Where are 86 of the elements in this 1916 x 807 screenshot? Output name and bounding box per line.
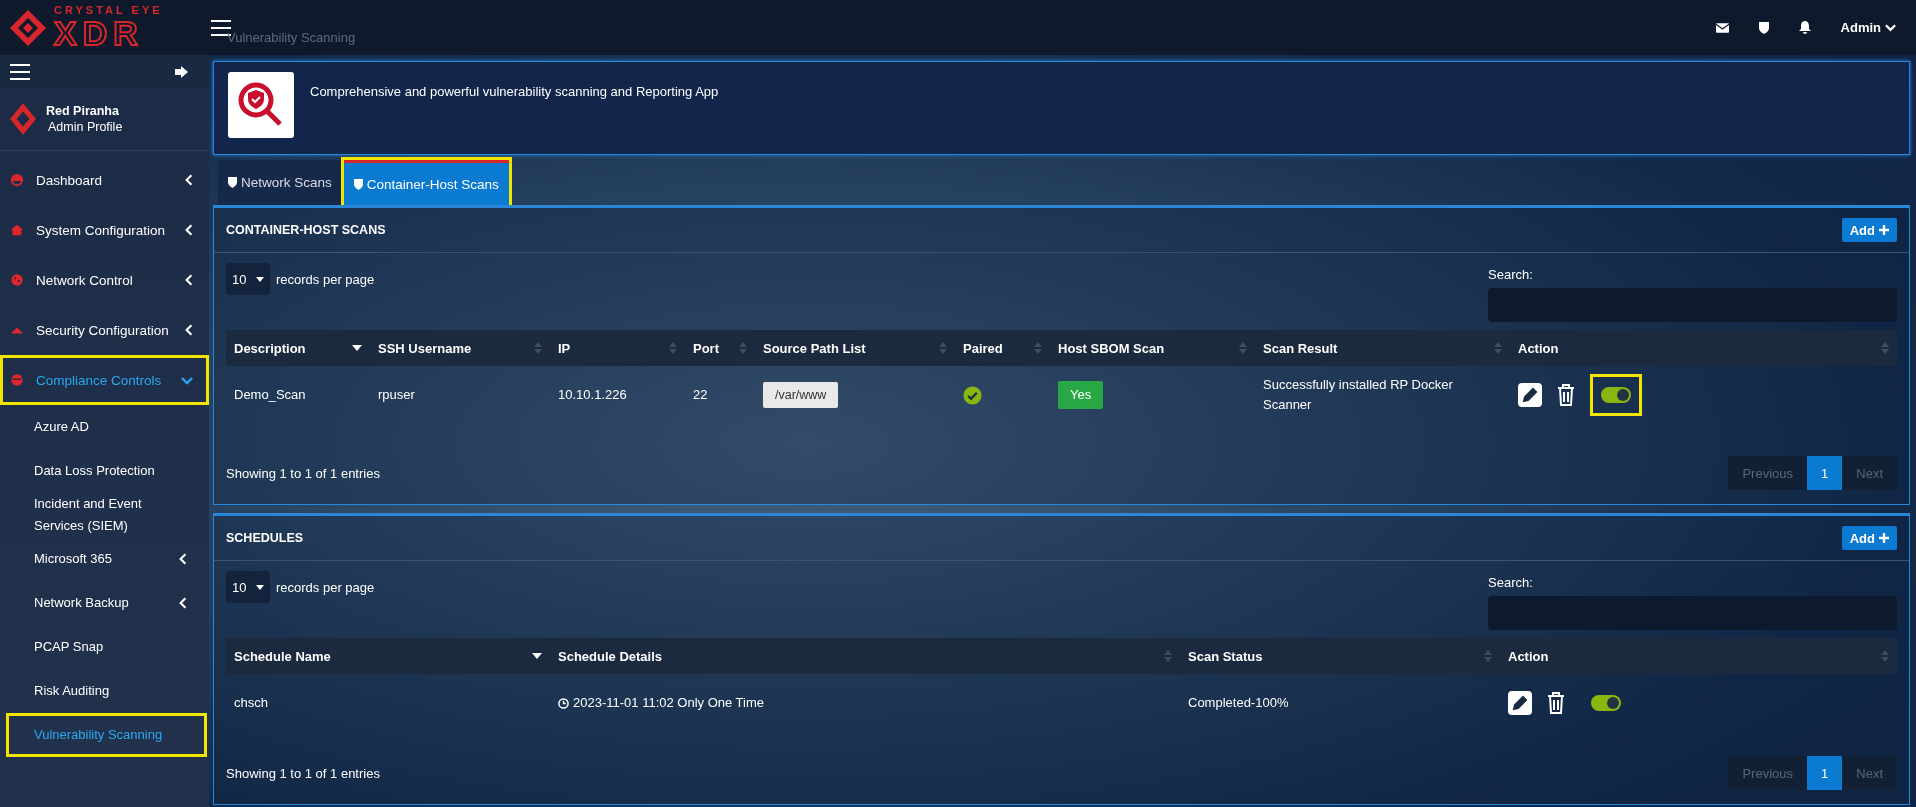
sidebar-subitem[interactable]: Incident and Event Services (SIEM) (0, 493, 209, 537)
column-header[interactable]: SSH Username (370, 340, 550, 356)
column-header[interactable]: Action (1510, 340, 1897, 356)
page-size-label: records per page (276, 271, 375, 287)
sort-descending-icon[interactable] (532, 653, 542, 659)
page-button[interactable]: 1 (1807, 756, 1843, 790)
status-badge: Yes (1058, 381, 1104, 409)
toggle-switch[interactable] (1590, 374, 1642, 416)
brand-name: XDR (54, 16, 145, 50)
table-cell-text: Completed-100% (1188, 694, 1289, 712)
column-header[interactable]: Description (226, 340, 370, 356)
sidebar-item[interactable]: Compliance Controls (0, 355, 209, 405)
column-header[interactable]: Port (685, 340, 755, 356)
add-button[interactable]: Add (1841, 526, 1897, 550)
edit-icon[interactable] (1518, 383, 1542, 407)
caret-down-icon (256, 584, 264, 590)
table-cell-text: rpuser (378, 386, 415, 404)
page-size-label: records per page (276, 579, 375, 595)
page-title: Vulnerability Scanning (227, 30, 356, 45)
table-cell-text: Demo_Scan (234, 386, 306, 404)
plus-icon (1879, 533, 1889, 543)
column-header[interactable]: Schedule Name (226, 648, 550, 664)
path-tag: /var/www (763, 382, 839, 408)
sidebar-item[interactable]: System Configuration (0, 205, 209, 255)
search-label: Search: (1488, 267, 1534, 282)
sidebar-subitem[interactable]: Risk Auditing (0, 669, 209, 713)
profile-name: Red Piranha (46, 104, 120, 118)
add-button[interactable]: Add (1841, 218, 1897, 242)
profile-role: Admin Profile (47, 120, 123, 134)
menu-item-icon (10, 373, 24, 387)
page-size-select[interactable]: 10 (226, 263, 270, 295)
chevron-down-icon (1885, 23, 1896, 32)
user-menu[interactable]: Admin (1840, 20, 1896, 35)
column-header[interactable]: Action (1500, 648, 1897, 664)
sidebar-subitem[interactable]: PCAP Snap (0, 625, 209, 669)
mail-icon[interactable] (1715, 22, 1729, 33)
page-size-select[interactable]: 10 (226, 571, 270, 603)
menu-icon[interactable] (10, 63, 30, 80)
app-description: Comprehensive and powerful vulnerability scanning and Reporting App (310, 84, 719, 99)
sidebar-subitem[interactable]: Data Loss Protection (0, 449, 209, 493)
panel-title: CONTAINER-HOST SCANS (226, 223, 386, 237)
sidebar-item[interactable]: Dashboard (0, 155, 209, 205)
sidebar-subitem[interactable]: Vulnerability Scanning (6, 713, 207, 757)
panel-title: SCHEDULES (226, 531, 304, 545)
column-header[interactable]: Paired (955, 340, 1050, 356)
table-cell-text: 22 (693, 386, 708, 404)
column-header[interactable]: Schedule Details (550, 648, 1180, 664)
table-cell-text: chsch (234, 694, 268, 712)
column-header[interactable]: Host SBOM Scan (1050, 340, 1255, 356)
clock-icon (558, 697, 569, 709)
app-logo-icon (228, 72, 294, 138)
shield-icon (353, 178, 363, 190)
shield-icon (228, 177, 237, 188)
search-label: Search: (1488, 575, 1534, 590)
logout-icon[interactable] (175, 65, 189, 78)
column-header[interactable]: Scan Status (1180, 648, 1500, 664)
schedule-details-text: 2023-11-01 11:02 Only One Time (573, 694, 765, 712)
shield-icon[interactable] (1758, 21, 1769, 34)
profile-logo-icon (10, 103, 36, 135)
edit-icon[interactable] (1508, 691, 1532, 715)
column-header[interactable]: IP (550, 340, 685, 356)
table-info: Showing 1 to 1 of 1 entries (226, 465, 380, 481)
sidebar-subitem[interactable]: Network Backup (0, 581, 209, 625)
sidebar-item[interactable]: Security Configuration (0, 305, 209, 355)
menu-item-icon (10, 273, 24, 287)
page-button[interactable]: 1 (1807, 456, 1843, 490)
sidebar-subitem[interactable]: Microsoft 365 (0, 537, 209, 581)
tab[interactable]: Network Scans (218, 160, 342, 205)
menu-item-icon (10, 223, 24, 237)
trash-icon[interactable] (1556, 383, 1576, 407)
column-header[interactable]: Source Path List (755, 340, 955, 356)
caret-down-icon (256, 276, 264, 282)
tab[interactable]: Container-Host Scans (343, 160, 509, 205)
logo-icon (8, 7, 48, 48)
table-cell-text: Successfully installed RP Docker Scanner (1263, 376, 1454, 414)
table-info: Showing 1 to 1 of 1 entries (226, 765, 380, 781)
menu-item-icon (10, 173, 24, 187)
table-cell-text: 10.10.1.226 (558, 386, 627, 404)
sidebar-subitem[interactable]: Azure AD (0, 405, 209, 449)
plus-icon (1879, 225, 1889, 235)
brand-tagline: CRYSTAL EYE (54, 5, 163, 16)
bell-icon[interactable] (1798, 21, 1811, 34)
sort-descending-icon[interactable] (352, 345, 362, 351)
column-header[interactable]: Scan Result (1255, 340, 1510, 356)
sidebar-item[interactable]: Network Control (0, 255, 209, 305)
trash-icon[interactable] (1546, 691, 1566, 715)
